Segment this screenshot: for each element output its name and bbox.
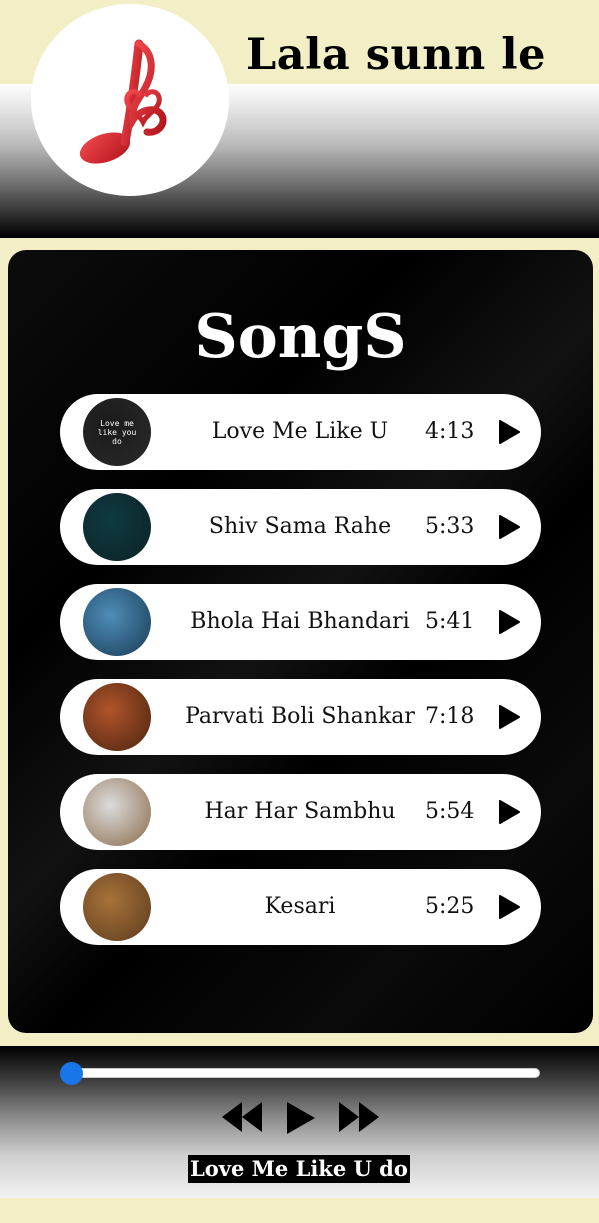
app-header: Lala sunn le xyxy=(0,0,599,238)
player-bar: Love Me Like U do xyxy=(0,1046,599,1198)
song-duration: 5:25 xyxy=(425,894,475,919)
song-thumbnail xyxy=(83,778,151,846)
app-logo xyxy=(31,4,229,196)
song-thumbnail xyxy=(83,873,151,941)
play-icon[interactable] xyxy=(498,420,520,444)
song-duration: 5:33 xyxy=(425,514,475,539)
seek-knob[interactable] xyxy=(60,1062,83,1085)
song-duration: 5:54 xyxy=(425,799,475,824)
fast-forward-icon[interactable] xyxy=(339,1102,379,1132)
song-duration: 5:41 xyxy=(425,609,475,634)
song-duration: 4:13 xyxy=(425,419,475,444)
play-icon[interactable] xyxy=(498,705,520,729)
song-thumbnail: Love me like you do xyxy=(83,398,151,466)
song-row[interactable]: Shiv Sama Rahe 5:33 xyxy=(60,489,541,565)
song-row[interactable]: Har Har Sambhu 5:54 xyxy=(60,774,541,850)
song-thumbnail xyxy=(83,683,151,751)
seek-track[interactable] xyxy=(62,1068,540,1078)
song-thumbnail xyxy=(83,588,151,656)
song-title: Har Har Sambhu xyxy=(204,799,396,824)
music-note-icon xyxy=(79,39,167,164)
play-icon[interactable] xyxy=(498,610,520,634)
play-icon[interactable] xyxy=(498,895,520,919)
songs-panel: SongS Love me like you do Love Me Like U 4… xyxy=(8,250,593,1033)
song-row[interactable]: Love me like you do Love Me Like U 4:13 xyxy=(60,394,541,470)
song-row[interactable]: Parvati Boli Shankar 7:18 xyxy=(60,679,541,755)
song-thumbnail xyxy=(83,493,151,561)
song-title: Bhola Hai Bhandari xyxy=(190,609,410,634)
play-icon[interactable] xyxy=(498,800,520,824)
rewind-icon[interactable] xyxy=(222,1102,262,1132)
app-title: Lala sunn le xyxy=(246,30,546,80)
song-title: Parvati Boli Shankar xyxy=(185,704,415,729)
play-pause-icon[interactable] xyxy=(285,1102,315,1134)
song-duration: 7:18 xyxy=(425,704,475,729)
now-playing-title: Love Me Like U do xyxy=(188,1155,410,1183)
play-icon[interactable] xyxy=(498,515,520,539)
song-title: Kesari xyxy=(264,894,336,919)
song-row[interactable]: Bhola Hai Bhandari 5:41 xyxy=(60,584,541,660)
song-title: Shiv Sama Rahe xyxy=(208,514,392,539)
songs-heading: SongS xyxy=(194,302,407,372)
song-title: Love Me Like U xyxy=(211,419,389,444)
song-row[interactable]: Kesari 5:25 xyxy=(60,869,541,945)
